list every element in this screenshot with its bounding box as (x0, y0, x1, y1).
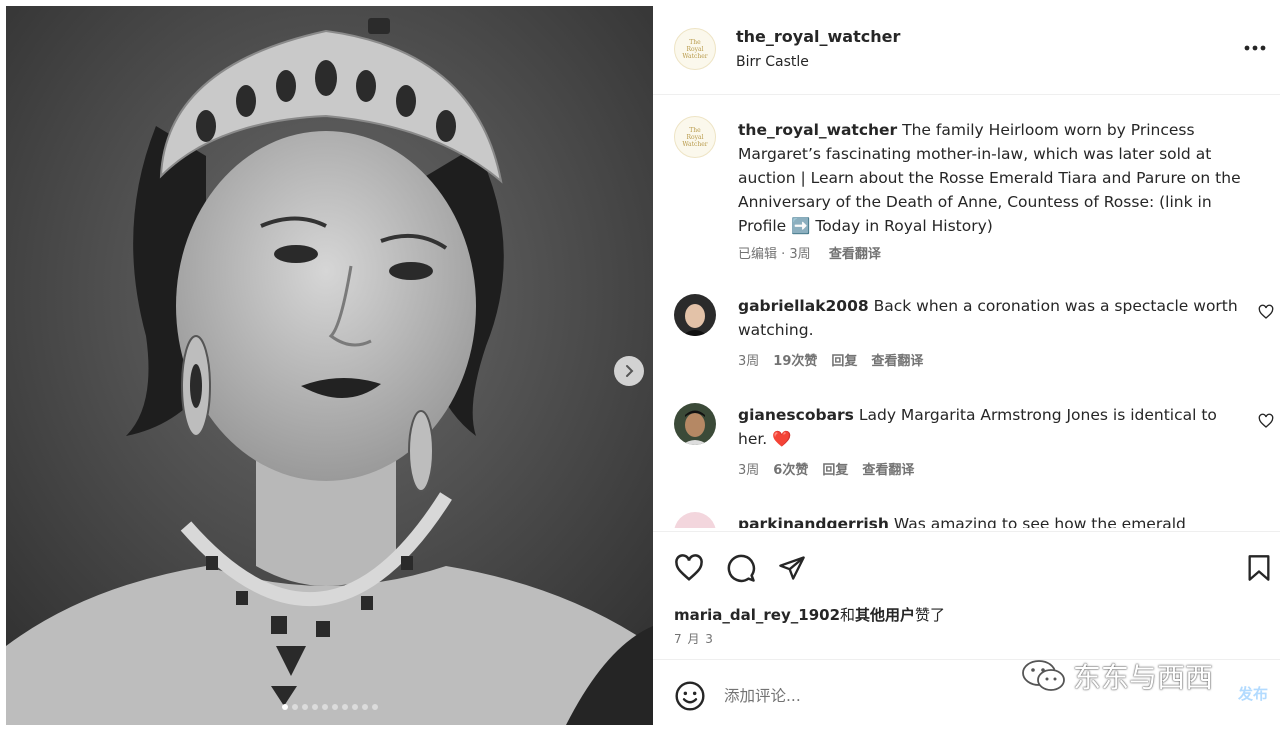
comment-time: 3周 (738, 354, 760, 369)
watermark: 东东与西西 (1021, 656, 1213, 696)
carousel-dot (331, 704, 338, 710)
carousel-dot (341, 704, 348, 710)
post-location[interactable]: Birr Castle (736, 54, 809, 70)
commenter-username[interactable]: gabriellak2008 (738, 297, 869, 315)
comment-text: gianescobars Lady Margarita Armstrong Jo… (738, 403, 1238, 451)
comment-item: gianescobars Lady Margarita Armstrong Jo… (653, 403, 1280, 513)
liker-username[interactable]: maria_dal_rey_1902 (674, 606, 840, 624)
likes-suffix: 赞了 (915, 606, 946, 624)
post-photo (6, 6, 653, 725)
avatar-logo-text: Watcher (682, 52, 708, 60)
comment-item: gabriellak2008 Back when a coronation wa… (653, 294, 1280, 404)
commenter-avatar[interactable] (674, 512, 716, 528)
post-comment-button[interactable]: 发布 (1238, 683, 1268, 704)
save-button[interactable] (1243, 552, 1275, 584)
likes-and: 和 (840, 606, 856, 624)
carousel-dots (6, 704, 653, 710)
commenter-avatar[interactable] (674, 403, 716, 445)
comment-time: 3周 (738, 463, 760, 478)
comment-item: parkinandgerrish Was amazing to see how … (653, 512, 1280, 528)
watermark-text: 东东与西西 (1073, 661, 1214, 694)
comment-button[interactable] (725, 552, 757, 584)
caption-avatar[interactable]: The Royal Watcher (674, 116, 716, 158)
emoji-icon (675, 681, 705, 711)
comment-icon (727, 554, 756, 583)
avatar-logo-text: Royal (686, 45, 704, 53)
caption-username[interactable]: the_royal_watcher (738, 121, 897, 139)
reply-button[interactable]: 回复 (831, 354, 857, 369)
carousel-dot (351, 704, 358, 710)
carousel-dot (291, 704, 298, 710)
comment-body: Was amazing to see how the emerald (893, 515, 1186, 528)
share-button[interactable] (776, 552, 808, 584)
comment-meta: 3周 6次赞 回复 查看翻译 (738, 459, 928, 478)
caption-text: the_royal_watcher The family Heirloom wo… (738, 118, 1248, 238)
red-heart-emoji: ❤️ (772, 430, 792, 448)
carousel-dot (301, 704, 308, 710)
post-side-panel: The Royal Watcher the_royal_watcher Birr… (653, 0, 1280, 731)
comment-text: parkinandgerrish Was amazing to see how … (738, 512, 1238, 528)
heart-icon (675, 554, 703, 581)
avatar-image (674, 512, 716, 528)
post-actions: maria_dal_rey_1902和其他用户赞了 7 月 3 (653, 531, 1280, 659)
carousel-dot (311, 704, 318, 710)
commenter-username[interactable]: gianescobars (738, 406, 854, 424)
likes-summary[interactable]: maria_dal_rey_1902和其他用户赞了 (674, 604, 945, 625)
wechat-icon (1022, 660, 1065, 691)
comment-text: gabriellak2008 Back when a coronation wa… (738, 294, 1238, 342)
more-icon (1244, 45, 1266, 51)
reply-button[interactable]: 回复 (822, 463, 848, 478)
caption-meta: 已编辑 · 3周 查看翻译 (738, 243, 881, 262)
like-button[interactable] (673, 552, 705, 584)
carousel-dot (321, 704, 328, 710)
comment-meta: 3周 19次赞 回复 查看翻译 (738, 350, 937, 369)
comment-like-count[interactable]: 6次赞 (773, 463, 808, 478)
bookmark-icon (1248, 555, 1270, 581)
chevron-right-icon (626, 365, 634, 377)
translate-link[interactable]: 查看翻译 (871, 354, 923, 369)
avatar-logo-text: Watcher (682, 140, 708, 148)
carousel-dot (371, 704, 378, 710)
commenter-avatar[interactable] (674, 294, 716, 336)
heart-icon[interactable] (1258, 413, 1274, 429)
account-avatar[interactable]: The Royal Watcher (674, 28, 716, 70)
post-author-username[interactable]: the_royal_watcher (736, 27, 900, 46)
more-options-button[interactable] (1243, 36, 1267, 60)
caption-edited-time: 已编辑 · 3周 (738, 247, 811, 262)
post-media[interactable] (6, 6, 653, 725)
translate-link[interactable]: 查看翻译 (862, 463, 914, 478)
avatar-logo-text: The (689, 38, 701, 46)
emoji-button[interactable] (674, 680, 706, 712)
caption-body-end: Today in Royal History) (810, 217, 993, 235)
post-date: 7 月 3 (674, 632, 714, 646)
post-header: The Royal Watcher the_royal_watcher Birr… (653, 0, 1280, 95)
heart-icon[interactable] (1258, 304, 1274, 320)
share-icon (779, 556, 805, 580)
comments-list[interactable]: The Royal Watcher the_royal_watcher The … (653, 96, 1280, 528)
avatar-logo-text: The (689, 126, 701, 134)
comment-like-count[interactable]: 19次赞 (773, 354, 817, 369)
arrow-right-emoji: ➡️ (791, 217, 811, 235)
carousel-dot (361, 704, 368, 710)
avatar-image (674, 294, 716, 336)
caption-translate-link[interactable]: 查看翻译 (829, 247, 881, 262)
next-photo-button[interactable] (614, 356, 644, 386)
avatar-logo-text: Royal (686, 133, 704, 141)
other-likers-link[interactable]: 其他用户 (855, 606, 915, 624)
carousel-dot (281, 704, 288, 710)
commenter-username[interactable]: parkinandgerrish (738, 515, 889, 528)
avatar-image (674, 403, 716, 445)
